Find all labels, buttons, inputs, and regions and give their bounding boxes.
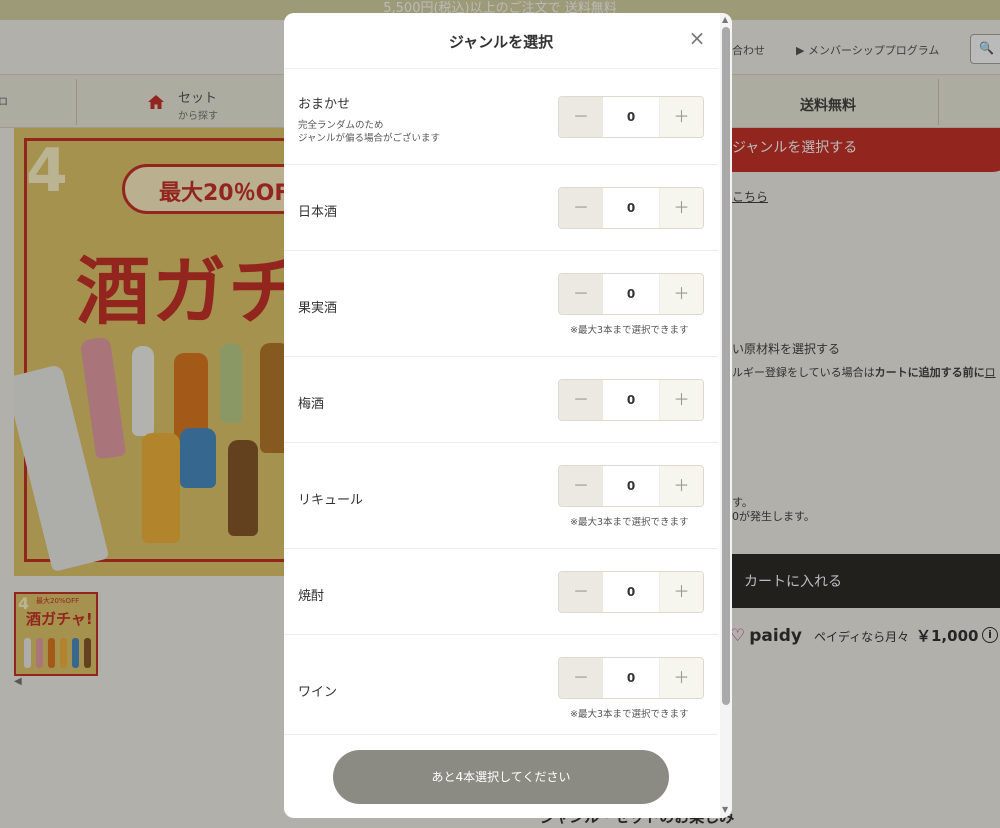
- close-icon[interactable]: ×: [686, 27, 708, 49]
- modal-scrollbar[interactable]: ▲ ▼: [720, 13, 732, 818]
- genre-row-shochu: 焼酎 － 0 ＋: [284, 549, 718, 635]
- max-note: ※最大3本まで選択できます: [570, 517, 689, 528]
- quantity-value: 0: [626, 585, 636, 599]
- decrement-button[interactable]: －: [559, 188, 603, 228]
- decrement-button[interactable]: －: [559, 572, 603, 612]
- decrement-button[interactable]: －: [559, 97, 603, 137]
- quantity-stepper: － 0 ＋: [558, 465, 704, 507]
- quantity-stepper: － 0 ＋: [558, 96, 704, 138]
- genre-name: ワイン: [298, 685, 338, 700]
- quantity-value: 0: [626, 479, 636, 493]
- genre-name: 果実酒: [298, 301, 338, 316]
- decrement-button[interactable]: －: [559, 466, 603, 506]
- increment-button[interactable]: ＋: [659, 466, 703, 506]
- quantity-stepper: － 0 ＋: [558, 571, 704, 613]
- decrement-button[interactable]: －: [559, 274, 603, 314]
- genre-select-modal: ジャンルを選択 × おまかせ 完全ランダムのため ジャンルが偏る場合がございます…: [284, 13, 732, 818]
- increment-button[interactable]: ＋: [659, 380, 703, 420]
- genre-row-umeshu: 梅酒 － 0 ＋: [284, 357, 718, 443]
- quantity-value: 0: [626, 287, 636, 301]
- increment-button[interactable]: ＋: [659, 572, 703, 612]
- genre-row-wine: ワイン － 0 ＋ ※最大3本まで選択できます: [284, 635, 718, 735]
- max-note: ※最大3本まで選択できます: [570, 709, 689, 720]
- quantity-value: 0: [626, 201, 636, 215]
- genre-desc: 完全ランダムのため: [298, 120, 384, 131]
- increment-button[interactable]: ＋: [659, 274, 703, 314]
- confirm-selection-button[interactable]: あと4本選択してください: [333, 750, 669, 804]
- genre-name: おまかせ: [298, 97, 351, 112]
- genre-row-kajitsushu: 果実酒 － 0 ＋ ※最大3本まで選択できます: [284, 251, 718, 357]
- quantity-stepper: － 0 ＋: [558, 379, 704, 421]
- genre-name: リキュール: [298, 493, 364, 508]
- quantity-stepper: － 0 ＋: [558, 187, 704, 229]
- genre-row-liqueur: リキュール － 0 ＋ ※最大3本まで選択できます: [284, 443, 718, 549]
- scrollbar-thumb[interactable]: [722, 27, 730, 705]
- decrement-button[interactable]: －: [559, 658, 603, 698]
- quantity-value: 0: [626, 671, 636, 685]
- decrement-button[interactable]: －: [559, 380, 603, 420]
- scroll-up-icon[interactable]: ▲: [722, 15, 728, 24]
- increment-button[interactable]: ＋: [659, 97, 703, 137]
- genre-row-nihonshu: 日本酒 － 0 ＋: [284, 165, 718, 251]
- quantity-stepper: － 0 ＋: [558, 273, 704, 315]
- quantity-stepper: － 0 ＋: [558, 657, 704, 699]
- genre-desc: ジャンルが偏る場合がございます: [298, 133, 441, 144]
- genre-row-omakase: おまかせ 完全ランダムのため ジャンルが偏る場合がございます － 0 ＋: [284, 69, 718, 165]
- genre-name: 梅酒: [298, 397, 325, 412]
- genre-name: 日本酒: [298, 205, 338, 220]
- increment-button[interactable]: ＋: [659, 188, 703, 228]
- quantity-value: 0: [626, 393, 636, 407]
- max-note: ※最大3本まで選択できます: [570, 325, 689, 336]
- quantity-value: 0: [626, 110, 636, 124]
- modal-header: ジャンルを選択 ×: [284, 13, 718, 69]
- modal-title: ジャンルを選択: [448, 33, 554, 51]
- genre-name: 焼酎: [298, 589, 325, 604]
- increment-button[interactable]: ＋: [659, 658, 703, 698]
- scroll-down-icon[interactable]: ▼: [722, 805, 728, 814]
